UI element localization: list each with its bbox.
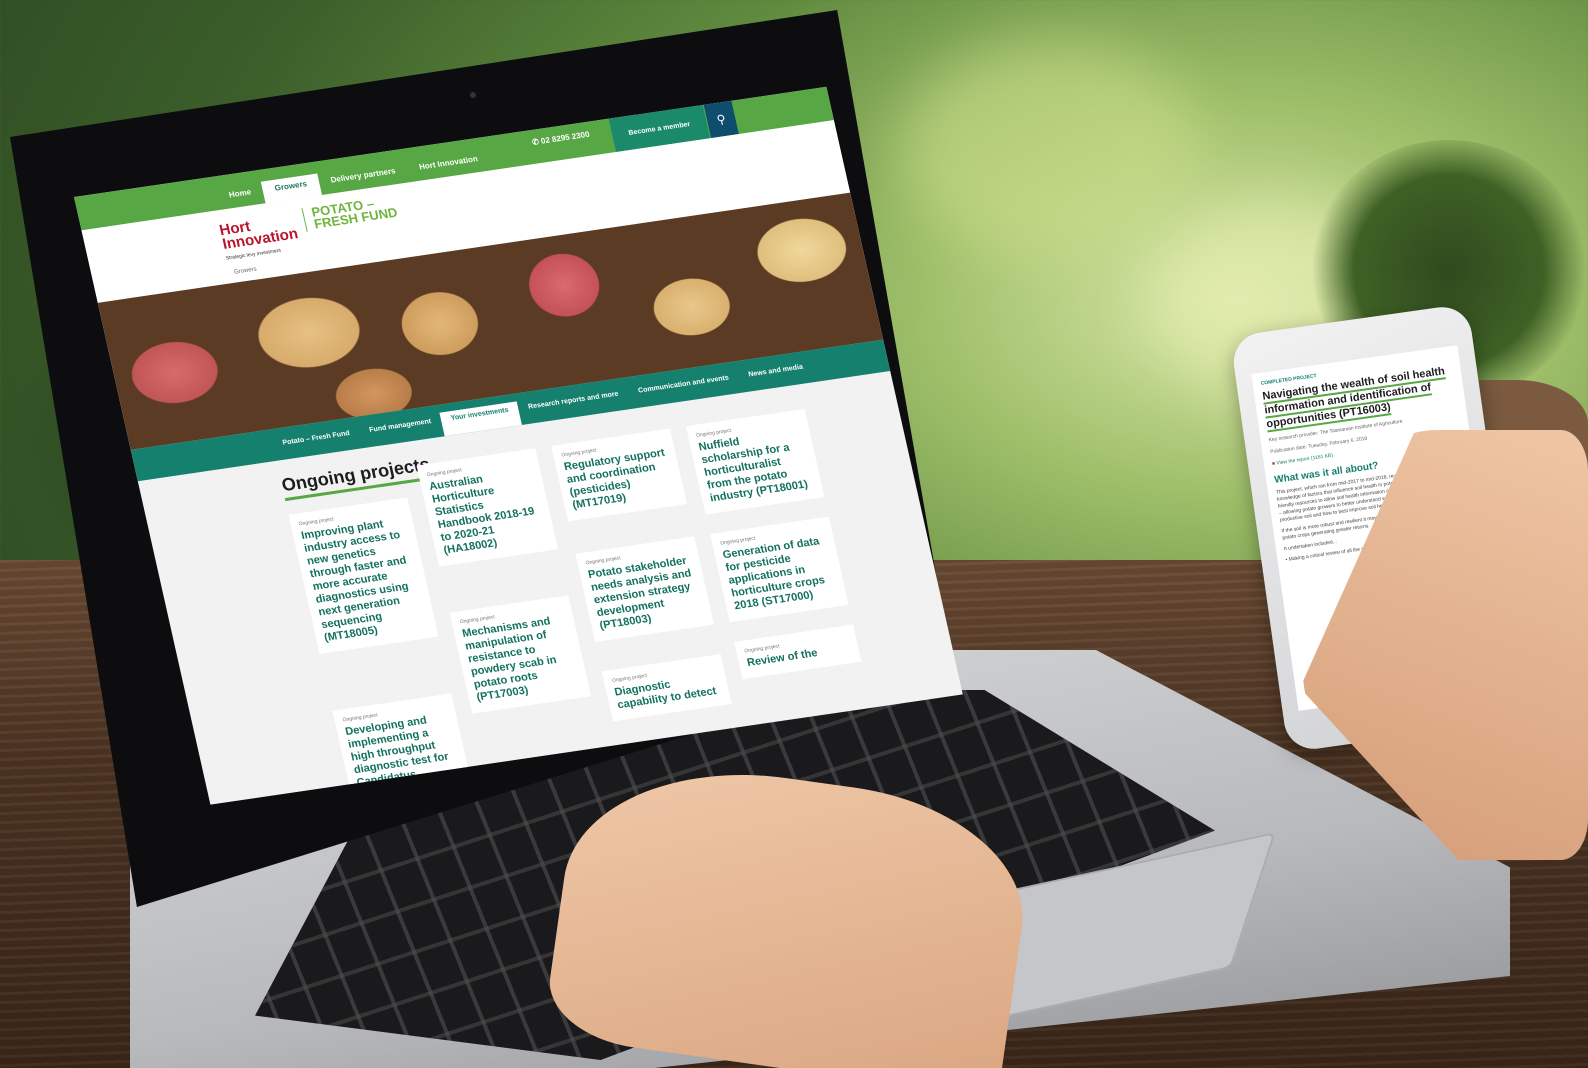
project-card[interactable]: Ongoing project Potato stakeholder needs…: [575, 536, 714, 642]
card-title: Mechanisms and manipulation of resistanc…: [461, 615, 558, 704]
project-card[interactable]: Ongoing project Mechanisms and manipulat…: [449, 595, 591, 714]
card-title: Nuffield scholarship for a horticultural…: [697, 435, 809, 505]
project-card[interactable]: Ongoing project Improving plant industry…: [288, 497, 439, 654]
project-card[interactable]: Ongoing project Australian Horticulture …: [416, 448, 558, 567]
project-card[interactable]: Ongoing project Review of the: [734, 624, 862, 680]
page-title: Ongoing projects: [279, 453, 433, 502]
project-card[interactable]: Ongoing project Diagnostic capability to…: [601, 653, 732, 722]
report-link-text: View the report (1161 KB): [1276, 452, 1334, 467]
project-title: Navigating the wealth of soil health inf…: [1261, 363, 1458, 433]
card-title: Regulatory support and coordination (pes…: [562, 446, 666, 512]
card-title: Generation of data for pesticide applica…: [721, 535, 827, 613]
laptop-screen: Home Growers Delivery partners Hort Inno…: [74, 86, 963, 805]
card-title: Australian Horticulture Statistics Handb…: [428, 473, 536, 557]
project-card[interactable]: Ongoing project Generation of data for p…: [710, 516, 849, 623]
webcam-icon: [470, 92, 476, 98]
background-foliage: [900, 40, 1200, 260]
project-card[interactable]: Ongoing project Regulatory support and c…: [551, 428, 687, 522]
project-card[interactable]: Ongoing project Nuffield scholarship for…: [685, 408, 825, 515]
card-title: Improving plant industry access to new g…: [300, 518, 410, 644]
card-title: Potato stakeholder needs analysis and ex…: [587, 554, 693, 632]
